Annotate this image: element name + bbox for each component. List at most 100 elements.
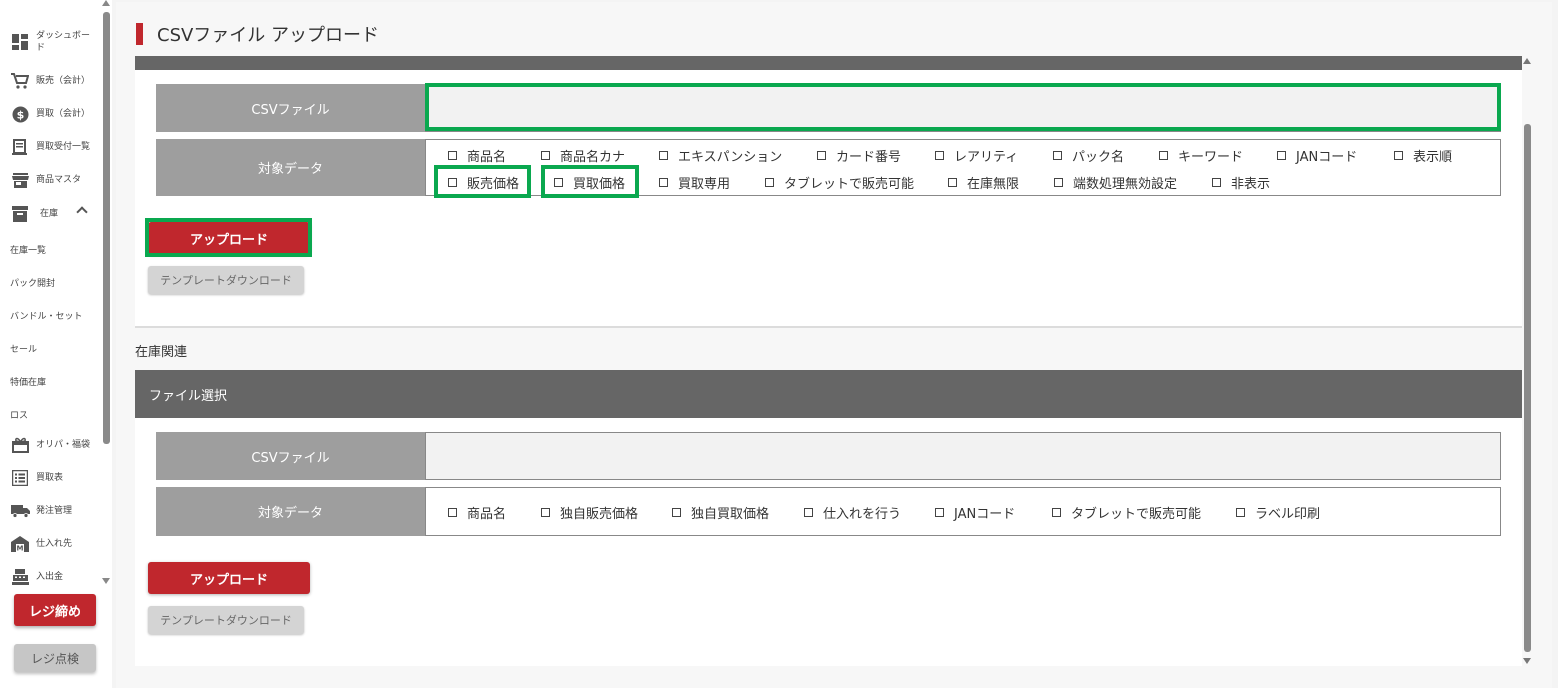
checkbox-own-sale-price[interactable]: 独自販売価格	[541, 503, 638, 522]
sidebar-subitem-bundle-set[interactable]: バンドル・セット	[10, 309, 82, 322]
sidebar-item-purchase[interactable]: $ 買取（会計）	[0, 105, 100, 123]
checkbox-icon	[1236, 508, 1245, 517]
card-header-bar	[135, 56, 1522, 70]
csv-file-label: CSVファイル	[156, 84, 425, 132]
svg-text:M: M	[17, 545, 24, 553]
dollar-icon: $	[10, 105, 30, 123]
checkbox-product-name-kana[interactable]: 商品名カナ	[541, 146, 625, 165]
page-title: CSVファイル アップロード	[136, 22, 379, 46]
sidebar-subitem-sale[interactable]: セール	[10, 342, 37, 355]
sidebar-subitem-pack-open[interactable]: パック開封	[10, 276, 55, 289]
sidebar-item-oripa[interactable]: オリパ・福袋	[0, 436, 100, 454]
checkbox-icon	[659, 178, 668, 187]
checkbox-rarity[interactable]: レアリティ	[935, 146, 1018, 165]
checkbox-jan-code[interactable]: JANコード	[935, 503, 1015, 522]
checkbox-icon	[1212, 178, 1221, 187]
checkbox-product-name[interactable]: 商品名	[448, 503, 506, 522]
checkbox-purchase-only[interactable]: 買取専用	[659, 173, 730, 192]
highlight-upload-button	[145, 218, 312, 257]
sidebar-item-sales[interactable]: 販売（会計）	[0, 72, 100, 90]
checkbox-icon	[448, 151, 457, 160]
sidebar-item-supplier[interactable]: M 仕入れ先	[0, 535, 100, 553]
truck-icon	[10, 502, 30, 520]
checkbox-icon	[1052, 508, 1061, 517]
target-data-row: 対象データ 商品名 独自販売価格 独自買取価格 仕入れを行う JANコード タブ…	[156, 487, 1501, 536]
checkbox-icon	[817, 151, 826, 160]
target-data-row: 対象データ 商品名 商品名カナ エキスパンション カード番号 レアリティ パック…	[156, 139, 1501, 196]
checkbox-do-purchase[interactable]: 仕入れを行う	[804, 503, 901, 522]
receipt-icon	[10, 138, 30, 156]
gift-icon	[10, 436, 30, 454]
checkbox-keyword[interactable]: キーワード	[1159, 146, 1243, 165]
cart-icon	[10, 72, 30, 90]
sidebar: ダッシュボード 販売（会計） $ 買取（会計） 買取受付一覧 商品マスタ 在庫 …	[0, 0, 112, 688]
warehouse-icon: M	[10, 535, 30, 553]
checkbox-hidden[interactable]: 非表示	[1212, 173, 1270, 192]
check-register-button[interactable]: レジ点検	[14, 644, 96, 672]
register-icon	[10, 568, 30, 586]
main-scroll-thumb[interactable]	[1524, 124, 1531, 652]
highlight-csv-file-input	[425, 83, 1501, 131]
template-download-button[interactable]: テンプレートダウンロード	[148, 606, 304, 634]
scroll-down-arrow-icon[interactable]	[1523, 658, 1531, 664]
checkbox-icon	[448, 508, 457, 517]
csv-upload-card-inventory: ファイル選択 CSVファイル 対象データ 商品名 独自販売価格 独自買取価格 仕…	[135, 370, 1522, 666]
close-register-button[interactable]: レジ締め	[14, 594, 96, 626]
checkbox-own-purchase-price[interactable]: 独自買取価格	[672, 503, 769, 522]
app-window: ダッシュボード 販売（会計） $ 買取（会計） 買取受付一覧 商品マスタ 在庫 …	[0, 0, 1558, 688]
target-data-options: 商品名 独自販売価格 独自買取価格 仕入れを行う JANコード タブレットで販売…	[425, 487, 1501, 536]
svg-text:$: $	[16, 108, 24, 121]
checkbox-icon	[935, 508, 944, 517]
checkbox-icon	[541, 151, 550, 160]
checkbox-unlimited-stock[interactable]: 在庫無限	[948, 173, 1019, 192]
main-scrollbar[interactable]	[1521, 56, 1535, 668]
checkbox-pack-name[interactable]: パック名	[1053, 146, 1124, 165]
checkbox-tablet-sale[interactable]: タブレットで販売可能	[765, 173, 914, 192]
sidebar-subitem-stock-list[interactable]: 在庫一覧	[10, 243, 46, 256]
list-icon	[10, 469, 30, 487]
sidebar-subitem-loss[interactable]: ロス	[10, 408, 28, 421]
checkbox-label-print[interactable]: ラベル印刷	[1236, 503, 1320, 522]
sidebar-item-purchase-table[interactable]: 買取表	[0, 469, 100, 487]
upload-button[interactable]: アップロード	[148, 562, 310, 594]
checkbox-icon	[1394, 151, 1403, 160]
section-label-inventory: 在庫関連	[135, 345, 188, 360]
target-data-label: 対象データ	[156, 139, 425, 196]
sidebar-item-purchase-list[interactable]: 買取受付一覧	[0, 138, 100, 156]
sidebar-item-product-master[interactable]: 商品マスタ	[0, 171, 100, 189]
sidebar-item-cash-in-out[interactable]: 入出金	[0, 568, 100, 586]
template-download-button[interactable]: テンプレートダウンロード	[148, 266, 304, 294]
checkbox-icon	[935, 151, 944, 160]
sidebar-subitem-special-stock[interactable]: 特価在庫	[10, 375, 46, 388]
checkbox-icon	[1053, 151, 1062, 160]
checkbox-jan-code[interactable]: JANコード	[1277, 146, 1357, 165]
target-data-label: 対象データ	[156, 487, 425, 536]
sidebar-scroll-thumb[interactable]	[103, 12, 110, 444]
scroll-up-arrow-icon[interactable]	[1523, 58, 1531, 64]
checkbox-icon	[1277, 151, 1286, 160]
highlight-sale-price	[434, 165, 531, 198]
store-icon	[10, 171, 30, 189]
scroll-up-arrow-icon[interactable]	[102, 0, 110, 6]
checkbox-icon	[541, 508, 550, 517]
checkbox-icon	[765, 178, 774, 187]
checkbox-rounding-disabled[interactable]: 端数処理無効設定	[1054, 173, 1177, 192]
sidebar-scrollbar[interactable]	[101, 0, 112, 590]
checkbox-icon	[1159, 151, 1168, 160]
checkbox-display-order[interactable]: 表示順	[1394, 146, 1452, 165]
csv-file-row: CSVファイル	[156, 432, 1501, 480]
checkbox-card-number[interactable]: カード番号	[817, 146, 901, 165]
sidebar-item-dashboard[interactable]: ダッシュボード	[0, 30, 100, 54]
checkbox-icon	[1054, 178, 1063, 187]
sidebar-item-order-management[interactable]: 発注管理	[0, 502, 100, 520]
checkbox-icon	[804, 508, 813, 517]
checkbox-tablet-sale[interactable]: タブレットで販売可能	[1052, 503, 1201, 522]
scroll-down-arrow-icon[interactable]	[102, 578, 110, 584]
highlight-purchase-price	[541, 165, 639, 198]
checkbox-icon	[948, 178, 957, 187]
csv-upload-card-product: CSVファイル 対象データ 商品名 商品名カナ エキスパンション カード番号 レ…	[135, 56, 1522, 328]
csv-file-input[interactable]	[425, 432, 1501, 480]
card-header: ファイル選択	[135, 370, 1522, 418]
checkbox-expansion[interactable]: エキスパンション	[659, 146, 782, 165]
checkbox-product-name[interactable]: 商品名	[448, 146, 506, 165]
